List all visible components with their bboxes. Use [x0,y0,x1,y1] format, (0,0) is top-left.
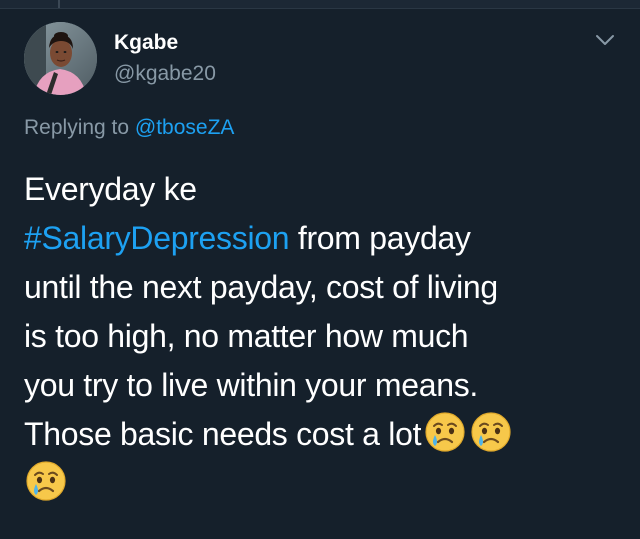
tweet-text-line: #SalaryDepression from payday [24,214,624,263]
tweet-text-line: until the next payday, cost of living [24,269,498,305]
tweet-text: Everyday ke #SalaryDepression from payda… [24,165,624,508]
crying-face-emoji-icon [24,459,68,503]
top-border [0,0,640,9]
tweet-text-line: Everyday ke [24,171,197,207]
tweet-text-line [24,459,624,508]
replying-to-label: Replying to [24,116,135,139]
tweet-text-line: you try to live within your means. [24,367,478,403]
crying-face-emoji-icon [469,410,513,454]
tweet[interactable]: Kgabe @kgabe20 Replying to @tboseZA Ever… [0,9,640,539]
avatar[interactable] [24,22,97,95]
tweet-text-line: is too high, no matter how much [24,318,469,354]
hashtag-link[interactable]: #SalaryDepression [24,220,290,256]
tweet-text-fragment: Those basic needs cost a lot [24,416,422,452]
thread-line [58,0,60,8]
chevron-down-icon[interactable] [594,31,616,49]
user-name[interactable]: Kgabe [114,31,178,55]
user-handle[interactable]: @kgabe20 [114,62,216,86]
crying-face-emoji-icon [423,410,467,454]
tweet-text-fragment: from payday [289,220,471,256]
reply-target-link[interactable]: @tboseZA [135,116,235,139]
tweet-text-line: Those basic needs cost a lot [24,410,624,459]
replying-to: Replying to @tboseZA [24,116,234,140]
